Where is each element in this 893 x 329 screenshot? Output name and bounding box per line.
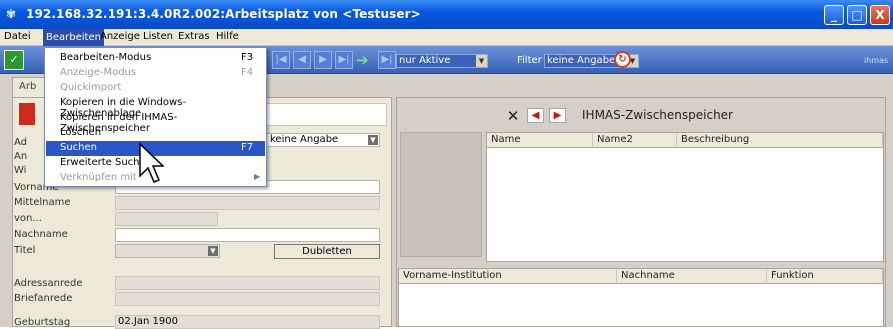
label-briefanrede: Briefanrede [14, 293, 73, 304]
status-select[interactable]: nur Aktive ▼ [396, 54, 488, 68]
filter-select-value: keine Angabe [547, 55, 616, 66]
menu-item-label: Erweiterte Suche [60, 157, 146, 168]
arrow-right-icon[interactable]: ▶ [549, 108, 566, 123]
last-record-icon[interactable]: ▶| [335, 51, 353, 69]
menu-item-shortcut: F3 [241, 52, 254, 63]
chevron-down-icon[interactable]: ▼ [208, 246, 218, 256]
menu-hilfe[interactable]: Hilfe [213, 31, 242, 42]
menu-item-shortcut: F4 [241, 67, 254, 78]
menu-datei[interactable]: Datei [1, 31, 34, 42]
column-header-vorname-institution[interactable]: Vorname-Institution [399, 269, 617, 284]
column-header-funktion[interactable]: Funktion [767, 269, 883, 284]
anrede-select[interactable]: keine Angabe ▼ [266, 133, 380, 147]
titel-select[interactable]: ▼ [115, 244, 220, 258]
menu-item-quickimport[interactable]: Quickimport [46, 81, 265, 96]
next-record-icon[interactable]: ▶ [314, 51, 332, 69]
end-icon[interactable]: ▶| [378, 51, 396, 69]
briefanrede-field[interactable] [115, 292, 380, 306]
preview-image [400, 132, 482, 257]
first-record-icon[interactable]: |◀ [272, 51, 290, 69]
label-wi: Wi [14, 165, 27, 176]
menu-item-anzeige-modus[interactable]: Anzeige-Modus F4 [46, 66, 265, 81]
menu-item-loeschen[interactable]: Löschen [46, 126, 265, 141]
label-titel: Titel [14, 245, 36, 256]
ihmas-logo: ihmas [864, 56, 889, 65]
label-mittelname: Mittelname [14, 197, 71, 208]
label-geburtstag: Geburtstag [14, 317, 71, 328]
window-title: 192.168.32.191:3.4.0R2.002:Arbeitsplatz … [26, 7, 421, 21]
menu-item-kopieren-ihmas[interactable]: Kopieren in den IHMAS-Zwischenspeicher [46, 111, 265, 134]
menu-bar: Datei Bearbeiten Anzeige Listen Extras H… [0, 29, 893, 46]
adressanrede-field[interactable] [115, 276, 380, 290]
submenu-arrow-icon: ▶ [254, 172, 261, 181]
title-bar: ✾ 192.168.32.191:3.4.0R2.002:Arbeitsplat… [0, 0, 893, 29]
menu-item-label: Bearbeiten-Modus [60, 52, 152, 63]
maximize-button[interactable]: □ [847, 5, 867, 25]
menu-anzeige[interactable]: Anzeige [97, 31, 143, 42]
arrow-left-icon[interactable]: ◀ [527, 108, 544, 123]
menu-item-kopieren-windows[interactable]: Kopieren in die Windows-Zwischenablage [46, 96, 265, 119]
chevron-down-icon[interactable]: ▼ [368, 135, 378, 145]
column-header-beschreibung[interactable]: Beschreibung [677, 133, 883, 148]
close-icon[interactable]: ✕ [505, 108, 521, 124]
dubletten-button[interactable]: Dubletten [274, 244, 380, 259]
close-button[interactable]: X [870, 5, 890, 25]
person-icon [19, 103, 35, 125]
menu-item-label: Anzeige-Modus [60, 67, 137, 78]
previous-record-icon[interactable]: ◀ [293, 51, 311, 69]
label-von: von... [14, 213, 42, 224]
menu-item-label: Quickimport [60, 82, 122, 93]
von-field[interactable] [115, 212, 218, 226]
filter-label: Filter [517, 55, 542, 66]
chevron-down-icon[interactable]: ▼ [476, 55, 487, 67]
column-header-name2[interactable]: Name2 [593, 133, 677, 148]
label-adressanrede: Adressanrede [14, 278, 83, 289]
menu-item-bearbeiten-modus[interactable]: Bearbeiten-Modus F3 [46, 51, 265, 66]
column-header-nachname[interactable]: Nachname [617, 269, 767, 284]
relations-grid[interactable]: Vorname-Institution Nachname Funktion [398, 268, 884, 327]
clipboard-title: IHMAS-Zwischenspeicher [582, 108, 733, 122]
refresh-icon[interactable]: ↻ [614, 51, 631, 68]
menu-item-label: Löschen [60, 127, 102, 138]
app-icon: ✾ [6, 7, 17, 21]
confirm-check-icon[interactable]: ✓ [4, 50, 24, 70]
column-header-name[interactable]: Name [487, 133, 593, 148]
anrede-select-value: keine Angabe [270, 134, 339, 145]
label-an: An [14, 151, 28, 162]
menu-extras[interactable]: Extras [175, 31, 213, 42]
menu-item-shortcut: F7 [241, 142, 254, 153]
mouse-pointer-icon [139, 142, 164, 183]
go-arrow-icon[interactable]: ➔ [356, 51, 376, 69]
clipboard-grid[interactable]: Name Name2 Beschreibung [486, 132, 884, 262]
minimize-button[interactable]: _ [824, 5, 844, 25]
label-ad: Ad [14, 137, 28, 148]
status-select-value: nur Aktive [399, 55, 451, 66]
menu-item-label: Suchen [60, 142, 98, 153]
menu-listen[interactable]: Listen [140, 31, 176, 42]
menu-item-label: Verknüpfen mit [60, 172, 137, 183]
nachname-field[interactable] [115, 228, 380, 242]
mittelname-field[interactable] [115, 196, 380, 210]
label-nachname: Nachname [14, 229, 68, 240]
menu-bearbeiten[interactable]: Bearbeiten [43, 29, 104, 46]
